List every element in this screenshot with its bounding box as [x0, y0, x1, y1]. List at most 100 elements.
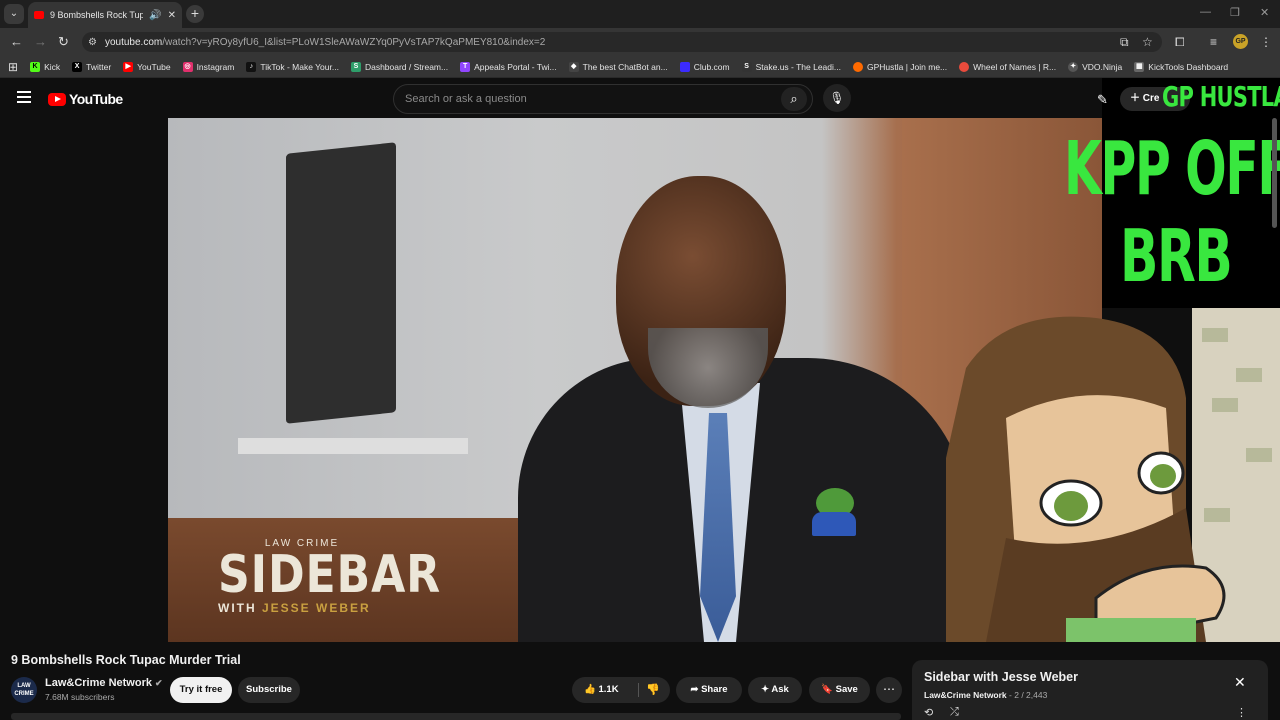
vdoninja-icon: ✦ — [1068, 61, 1079, 72]
channel-name[interactable]: Law&Crime Network ✔ — [45, 677, 163, 689]
wheel-icon — [959, 61, 970, 72]
thumbs-down-icon: 👎 — [646, 684, 660, 696]
kebab-menu-icon[interactable]: ⋮ — [1260, 35, 1272, 49]
overlay-status-text: KPP OFF — [1064, 126, 1280, 212]
bookmark-item[interactable]: Wheel of Names | R... — [959, 61, 1056, 72]
extensions-icon[interactable]: ⧠ — [1175, 35, 1185, 50]
address-toolbar: ← → ↻ ⚙ youtube.com/watch?v=yROy8yfU6_I&… — [0, 28, 1280, 56]
url-text: youtube.com/watch?v=yROy8yfU6_I&list=PLo… — [104, 36, 546, 48]
bookmark-item[interactable]: GPHustla | Join me... — [852, 61, 947, 72]
sparkle-icon: ✦ — [761, 684, 770, 695]
pepe-emote-icon — [812, 488, 856, 536]
youtube-play-icon — [48, 92, 66, 106]
instagram-icon: ◎ — [182, 61, 193, 72]
twitch-icon: T — [460, 61, 471, 72]
tab-search-icon[interactable]: ⌄ — [4, 4, 24, 24]
kick-icon: K — [30, 61, 41, 72]
profile-avatar[interactable]: GP — [1233, 34, 1248, 49]
x-icon: X — [72, 61, 83, 72]
close-window-icon[interactable]: ✕ — [1260, 6, 1269, 19]
forward-icon[interactable]: → — [34, 35, 47, 49]
hamburger-menu-icon[interactable] — [17, 91, 31, 103]
dislike-button[interactable]: 👎 — [646, 677, 660, 703]
chatbot-icon: ◆ — [568, 61, 579, 72]
close-playlist-icon[interactable]: ✕ — [1234, 674, 1246, 691]
kicktools-icon: ▦ — [1134, 61, 1145, 72]
bookmark-item[interactable]: Club.com — [679, 61, 730, 72]
voice-search-icon[interactable]: 🎙 — [823, 84, 851, 112]
browser-tab-active[interactable]: 9 Bombshells Rock Tupac M 🔊 ✕ — [28, 2, 182, 28]
share-icon: ➦ — [690, 684, 699, 695]
playlist-panel: Sidebar with Jesse Weber Law&Crime Netwo… — [912, 660, 1268, 720]
subscriber-count: 7.68M subscribers — [45, 692, 115, 702]
channel-avatar[interactable]: LAW CRIME — [11, 677, 37, 703]
bookmark-item[interactable]: X Twitter — [72, 61, 111, 72]
bookmark-item[interactable]: ▶ YouTube — [123, 61, 171, 72]
shuffle-icon[interactable]: ⤮ — [950, 706, 959, 719]
search-input[interactable]: Search or ask a question — [405, 93, 527, 105]
restore-icon[interactable]: ❐ — [1230, 6, 1240, 19]
verified-icon: ✔ — [154, 678, 163, 688]
bookmark-star-icon[interactable]: ☆ — [1142, 35, 1153, 49]
like-divider — [638, 683, 639, 697]
url-bar[interactable]: ⚙ youtube.com/watch?v=yROy8yfU6_I&list=P… — [82, 32, 1162, 52]
like-button[interactable]: 👍 1.1K — [584, 677, 619, 703]
bookmark-item[interactable]: K Kick — [30, 61, 60, 72]
page-scrollbar[interactable] — [1272, 118, 1277, 228]
cast-tab-icon[interactable]: ⧉ — [1120, 35, 1129, 50]
video-monitor-stand — [238, 438, 468, 454]
apps-grid-icon[interactable]: ⊞ — [8, 60, 18, 74]
youtube-logo[interactable]: YouTube — [48, 91, 123, 107]
bookmarks-bar: ⊞ K Kick X Twitter ▶ YouTube ◎ Instagram ♪ Ti… — [0, 56, 1280, 78]
youtube-header: YouTube Search or ask a question ⌕ — [0, 78, 1280, 118]
loop-icon[interactable]: ⟲ — [924, 706, 933, 719]
more-actions-icon[interactable]: ⋯ — [876, 677, 902, 703]
ask-button[interactable]: ✦ Ask — [748, 677, 802, 703]
club-icon — [679, 61, 690, 72]
speaker-icon[interactable]: 🔊 — [149, 10, 161, 21]
playlist-menu-icon[interactable]: ⋮ — [1236, 706, 1247, 719]
bookmark-item[interactable]: ♪ TikTok - Make Your... — [246, 61, 339, 72]
like-dislike-group: 👍 1.1K 👎 — [572, 677, 670, 703]
new-tab-button[interactable]: + — [186, 5, 204, 23]
playlist-meta: Law&Crime Network - 2 / 2,443 — [924, 690, 1048, 700]
share-button[interactable]: ➦ Share — [676, 677, 742, 703]
search-box[interactable]: Search or ask a question ⌕ — [393, 84, 813, 114]
overlay-brb-text: BRB — [1120, 214, 1233, 298]
stake-icon: S — [741, 61, 752, 72]
bookmark-item[interactable]: ◆ The best ChatBot an... — [568, 61, 668, 72]
tab-title: 9 Bombshells Rock Tupac M — [50, 10, 144, 20]
browser-tabstrip: ⌄ 9 Bombshells Rock Tupac M 🔊 ✕ + — ❐ ✕ — [0, 0, 1280, 28]
media-control-icon[interactable]: ≡ — [1210, 35, 1217, 49]
gphustla-icon — [852, 61, 863, 72]
bookmark-icon: 🔖 — [821, 684, 833, 695]
search-icon[interactable]: ⌕ — [781, 87, 807, 111]
minimize-icon[interactable]: — — [1200, 6, 1211, 18]
bookmark-item[interactable]: T Appeals Portal - Twi... — [460, 61, 557, 72]
bookmark-item[interactable]: ▦ KickTools Dashboard — [1134, 61, 1228, 72]
youtube-icon: ▶ — [123, 61, 134, 72]
video-monitor — [286, 142, 396, 424]
thumbs-up-icon: 👍 — [584, 684, 596, 695]
subscribe-button[interactable]: Subscribe — [238, 677, 300, 703]
stream-icon: S — [350, 61, 361, 72]
close-tab-icon[interactable]: ✕ — [168, 10, 176, 21]
bookmark-item[interactable]: S Dashboard / Stream... — [350, 61, 448, 72]
description-panel[interactable] — [11, 713, 901, 720]
save-button[interactable]: 🔖 Save — [809, 677, 870, 703]
create-icon[interactable]: ✎ — [1097, 92, 1108, 108]
show-watermark: LAW CRIME SIDEBAR WITH JESSE WEBER — [218, 538, 480, 615]
overlay-streamer-name: GP HUSTLA — [1162, 80, 1280, 113]
bookmark-item[interactable]: S Stake.us - The Leadi... — [741, 61, 841, 72]
video-title: 9 Bombshells Rock Tupac Murder Trial — [11, 653, 241, 667]
reload-icon[interactable]: ↻ — [58, 35, 69, 49]
bookmark-item[interactable]: ◎ Instagram — [182, 61, 234, 72]
watermark-title: SIDEBAR — [218, 545, 442, 605]
bookmark-item[interactable]: ✦ VDO.Ninja — [1068, 61, 1122, 72]
vtuber-avatar — [946, 316, 1226, 642]
try-free-button[interactable]: Try it free — [170, 677, 232, 703]
back-icon[interactable]: ← — [10, 35, 23, 49]
youtube-favicon-icon — [34, 11, 44, 19]
site-info-icon[interactable]: ⚙ — [88, 37, 97, 48]
playlist-title[interactable]: Sidebar with Jesse Weber — [924, 670, 1078, 684]
